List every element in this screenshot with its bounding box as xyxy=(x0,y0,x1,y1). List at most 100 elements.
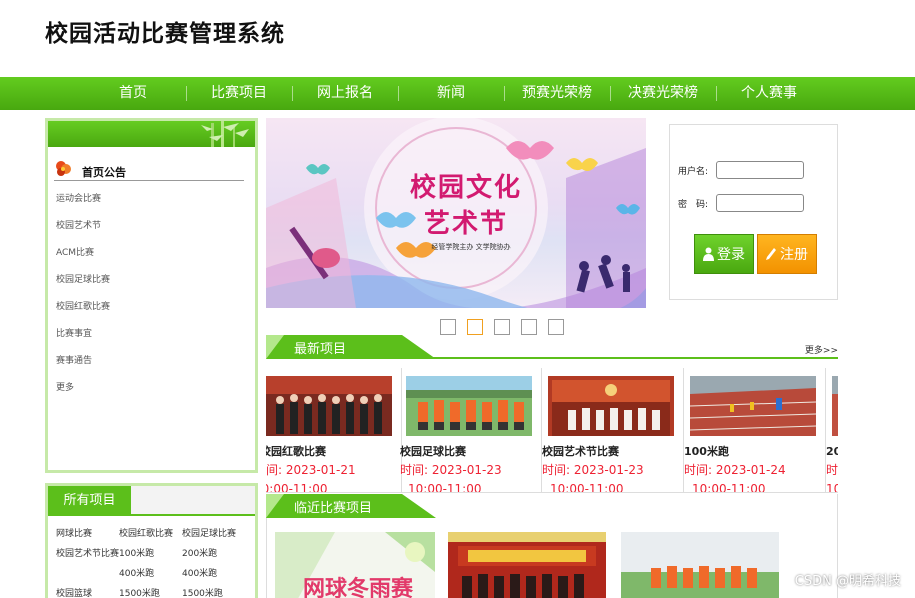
all-projects-header: 所有项目 xyxy=(48,486,255,516)
latest-projects-strip: 校园红歌比赛 时间: 2023-01-21 10:00-11:00 校园足球比赛… xyxy=(266,368,838,493)
user-icon xyxy=(703,247,714,261)
upcoming-thumbnail[interactable]: 网球冬雨赛 xyxy=(275,532,435,598)
project-card[interactable]: 校园足球比赛 时间: 2023-01-23 10:00-11:00 xyxy=(400,368,542,492)
project-link[interactable]: 200米跑 xyxy=(182,544,245,564)
project-name: 100米跑 xyxy=(684,445,729,458)
project-link[interactable]: 100米跑 xyxy=(119,544,182,564)
username-label: 用户名: xyxy=(678,167,709,177)
latest-tab: 最新项目 xyxy=(266,335,436,359)
notice-more-link[interactable]: 更多 xyxy=(56,378,110,405)
project-link[interactable]: 1500米跑 xyxy=(182,584,245,598)
project-date: 时间: 2023-01-24 10:00-11:00 xyxy=(684,461,786,493)
project-card[interactable]: 校园艺术节比赛 时间: 2023-01-23 10:00-11:00 xyxy=(542,368,684,493)
upcoming-thumbnail[interactable] xyxy=(448,532,606,598)
project-thumbnail xyxy=(832,376,838,436)
poster-text: 网球冬雨赛 xyxy=(303,576,414,598)
project-date: 时间: 2023-01-23 10:00-11:00 xyxy=(400,461,502,492)
flower-icon xyxy=(56,161,71,176)
upcoming-section-header: 临近比赛项目 xyxy=(266,494,838,518)
project-link[interactable]: 网球比赛 xyxy=(56,524,119,544)
all-projects-title: 所有项目 xyxy=(48,486,131,516)
project-link[interactable]: 校园足球比赛 xyxy=(182,524,245,544)
project-card[interactable]: 200米跑 时间: 2023-01-24 10:00-11:00 xyxy=(826,368,838,493)
project-card[interactable]: 100米跑 时间: 2023-01-24 10:00-11:00 xyxy=(684,368,826,493)
notice-panel-header xyxy=(48,121,255,147)
carousel-indicators xyxy=(440,319,564,335)
project-link[interactable]: 校园红歌比赛 xyxy=(119,524,182,544)
project-link[interactable]: 校园篮球 xyxy=(56,584,119,598)
project-name: 校园艺术节比赛 xyxy=(542,445,619,458)
banner-subtitle: 经管学院主办 文学院协办 xyxy=(431,243,511,251)
project-thumbnail xyxy=(548,376,674,436)
carousel-dot[interactable] xyxy=(440,319,456,335)
project-date: 时间: 2023-01-21 10:00-11:00 xyxy=(266,461,356,493)
project-date: 时间: 2023-01-24 10:00-11:00 xyxy=(826,461,838,493)
project-thumbnail xyxy=(406,376,532,436)
project-name: 校园红歌比赛 xyxy=(266,445,326,458)
notice-panel: 首页公告 运动会比赛 校园艺术节 ACM比赛 校园足球比赛 校园红歌比赛 比赛事… xyxy=(45,118,258,473)
project-thumbnail xyxy=(266,376,392,436)
banner-title: 校园文化 艺术节 xyxy=(386,170,546,242)
latest-title: 最新项目 xyxy=(294,342,347,357)
notice-item[interactable]: 运动会比赛 xyxy=(56,189,110,216)
project-time-text: 10:00-11:00 xyxy=(266,482,328,493)
carousel-dot[interactable] xyxy=(494,319,510,335)
nav-home[interactable]: 首页 xyxy=(80,77,186,110)
upcoming-tab: 临近比赛项目 xyxy=(266,494,436,518)
upcoming-title: 临近比赛项目 xyxy=(294,501,373,516)
login-panel: 用户名: 密 码: 登录 注册 xyxy=(669,124,838,300)
carousel-dot-active[interactable] xyxy=(467,319,483,335)
notice-item[interactable]: 校园艺术节 xyxy=(56,216,110,243)
project-card[interactable]: 校园红歌比赛 时间: 2023-01-21 10:00-11:00 xyxy=(266,368,402,493)
project-date-text: 时间: 2023-01-21 xyxy=(266,463,356,477)
upcoming-thumbnail[interactable] xyxy=(621,532,779,598)
site-title: 校园活动比赛管理系统 xyxy=(45,21,285,47)
notice-item[interactable]: 比赛事宜 xyxy=(56,324,110,351)
project-time-text: 10:00-11:00 xyxy=(550,482,624,493)
project-time-text: 10:00-11:00 xyxy=(826,482,838,493)
notice-item[interactable]: 赛事通告 xyxy=(56,351,110,378)
nav-final-honors[interactable]: 决赛光荣榜 xyxy=(610,77,716,110)
carousel-dot[interactable] xyxy=(521,319,537,335)
project-name: 校园足球比赛 xyxy=(400,445,466,458)
login-button[interactable]: 登录 xyxy=(694,234,754,274)
notice-title: 首页公告 xyxy=(82,166,126,179)
project-link[interactable]: 校园艺术节比赛 xyxy=(56,544,119,564)
project-date-text: 时间: 2023-01-23 xyxy=(400,463,502,477)
password-input[interactable] xyxy=(716,194,804,212)
project-date-text: 时间: 2023-01-23 xyxy=(542,463,644,477)
register-button-label: 注册 xyxy=(780,247,808,263)
project-thumbnail xyxy=(690,376,816,436)
login-button-label: 登录 xyxy=(717,247,745,263)
latest-section-header: 最新项目 更多>> xyxy=(266,335,838,359)
project-date-text: 时间: 2023-01-24 xyxy=(826,463,838,477)
notice-item[interactable]: ACM比赛 xyxy=(56,243,110,270)
nav-projects[interactable]: 比赛项目 xyxy=(186,77,292,110)
carousel-dot[interactable] xyxy=(548,319,564,335)
nav-news[interactable]: 新闻 xyxy=(398,77,504,110)
nav-prelim-honors[interactable]: 预赛光荣榜 xyxy=(504,77,610,110)
banner-title-line2: 艺术节 xyxy=(423,209,508,239)
project-link[interactable]: 400米跑 xyxy=(119,564,182,584)
project-name: 200米跑 xyxy=(826,445,838,458)
notice-item[interactable]: 校园红歌比赛 xyxy=(56,297,110,324)
all-projects-grid: 网球比赛 校园红歌比赛 校园足球比赛 校园艺术节比赛 100米跑 200米跑 4… xyxy=(56,524,245,598)
all-projects-panel: 所有项目 网球比赛 校园红歌比赛 校园足球比赛 校园艺术节比赛 100米跑 20… xyxy=(45,483,258,598)
main-nav: 首页 比赛项目 网上报名 新闻 预赛光荣榜 决赛光荣榜 个人赛事 xyxy=(0,77,915,110)
latest-more-link[interactable]: 更多>> xyxy=(805,343,838,356)
banner-carousel[interactable]: 校园文化 艺术节 经管学院主办 文学院协办 xyxy=(266,118,646,308)
project-link[interactable]: 1500米跑 xyxy=(119,584,182,598)
notice-list: 运动会比赛 校园艺术节 ACM比赛 校园足球比赛 校园红歌比赛 比赛事宜 赛事通… xyxy=(56,189,110,405)
register-button[interactable]: 注册 xyxy=(757,234,817,274)
notice-title-bar: 首页公告 xyxy=(54,161,244,181)
tab-shade xyxy=(266,335,284,359)
username-input[interactable] xyxy=(716,161,804,179)
notice-item[interactable]: 校园足球比赛 xyxy=(56,270,110,297)
project-link[interactable]: 400米跑 xyxy=(182,564,245,584)
nav-signup[interactable]: 网上报名 xyxy=(292,77,398,110)
project-time-text: 10:00-11:00 xyxy=(692,482,766,493)
banner-title-line1: 校园文化 xyxy=(409,173,522,203)
page: 校园活动比赛管理系统 首页 比赛项目 网上报名 新闻 预赛光荣榜 决赛光荣榜 个… xyxy=(0,0,915,598)
password-label: 密 码: xyxy=(678,200,709,210)
nav-personal[interactable]: 个人赛事 xyxy=(716,77,822,110)
